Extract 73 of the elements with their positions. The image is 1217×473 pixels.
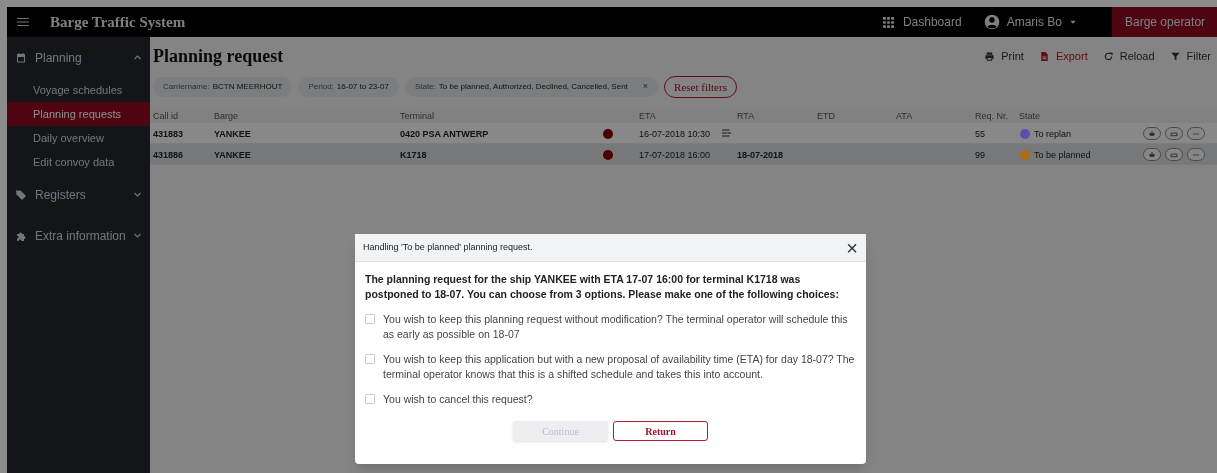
option-label: You wish to keep this application but with a new proposal of availability time (ETA) for day 18-07? The terminal operator knows that this is a shifted schedule and takes this into account. bbox=[383, 352, 856, 382]
caret-icon bbox=[1069, 18, 1077, 26]
sidebar-item[interactable]: Planning requests bbox=[7, 102, 150, 126]
chevron-up-icon bbox=[133, 53, 142, 62]
checkbox[interactable] bbox=[365, 354, 375, 364]
checkbox[interactable] bbox=[365, 314, 375, 324]
return-button[interactable]: Return bbox=[613, 421, 708, 441]
table-cell-text: 99 bbox=[975, 149, 985, 162]
filter-button[interactable]: Filter bbox=[1169, 48, 1211, 65]
column-header: ETA bbox=[639, 110, 656, 123]
filter-chip[interactable]: Period: 16-07 to 23-07 bbox=[298, 77, 399, 97]
table-cell-text: 431886 bbox=[153, 149, 184, 162]
table-row[interactable]: 431886 YANKEE K1718 17-07-2018 16:00 18-07-2018 99 To be planned bbox=[150, 144, 1217, 165]
user-avatar-icon bbox=[983, 14, 1000, 30]
grid-icon bbox=[881, 15, 895, 29]
page-title: Planning request bbox=[153, 45, 285, 68]
dashboard-button[interactable]: Dashboard bbox=[881, 13, 962, 31]
column-header: RTA bbox=[737, 110, 755, 123]
column-header: Call id bbox=[153, 110, 178, 123]
reload-button[interactable]: Reload bbox=[1102, 48, 1155, 65]
more-button[interactable] bbox=[1187, 127, 1205, 140]
bin-button[interactable] bbox=[1165, 127, 1183, 140]
printer-icon bbox=[984, 51, 996, 62]
filter-chip[interactable]: Carriername: BCTN MEERHOUT bbox=[153, 77, 293, 97]
sidebar-item[interactable]: Daily overview bbox=[7, 126, 150, 150]
table-cell-text: 18-07-2018 bbox=[737, 149, 784, 162]
table-cell-text: 0420 PSA ANTWERP bbox=[400, 128, 489, 141]
table-cell-text: YANKEE bbox=[214, 149, 251, 162]
column-header: ETD bbox=[817, 110, 835, 123]
barge-button[interactable] bbox=[1143, 148, 1161, 161]
document-icon bbox=[1038, 51, 1050, 62]
calendar-icon bbox=[15, 51, 27, 64]
option-label: You wish to cancel this request? bbox=[383, 392, 533, 407]
table-cell-text: To replan bbox=[1034, 128, 1072, 141]
column-header: Terminal bbox=[400, 110, 434, 123]
table-cell-text: 431883 bbox=[153, 128, 184, 141]
dialog-title: Handling 'To be planned' planning request. bbox=[363, 240, 534, 254]
checkbox[interactable] bbox=[365, 394, 375, 404]
option-label: You wish to keep this planning request without modification? The terminal operator will schedule this as early as possible on 18-07 bbox=[383, 312, 849, 342]
role-menu[interactable]: Barge operator bbox=[1112, 7, 1217, 37]
export-button[interactable]: Export bbox=[1038, 48, 1088, 65]
column-header: State bbox=[1019, 110, 1040, 123]
close-button[interactable]: × bbox=[846, 237, 858, 258]
column-header: Req. Nr. bbox=[975, 110, 1008, 123]
column-header: ATA bbox=[896, 110, 913, 123]
more-button[interactable] bbox=[1187, 148, 1205, 161]
sidebar-group[interactable]: Registers bbox=[7, 174, 150, 215]
tag-icon bbox=[15, 188, 27, 201]
user-menu[interactable]: Amaris Bo bbox=[983, 13, 1077, 31]
filter-chip[interactable]: State: To be planned, Authorized, Declined, Cancelled, Sent × bbox=[404, 77, 659, 97]
print-button[interactable]: Print bbox=[984, 48, 1024, 65]
column-header: Barge bbox=[214, 110, 239, 123]
app-title: Barge Traffic System bbox=[50, 12, 186, 32]
dialog-message: The planning request for the ship YANKEE with ETA 17-07 16:00 for terminal K1718 was postponed to 18-07. You can choose from 3 options. Please make one of the following choices: bbox=[365, 272, 840, 302]
filter-icon bbox=[1169, 51, 1181, 62]
table-cell-text: To be planned bbox=[1034, 149, 1091, 162]
sidebar-group[interactable]: Planning bbox=[7, 37, 150, 78]
table-cell-text: YANKEE bbox=[214, 128, 251, 141]
sidebar-item[interactable]: Edit convoy data bbox=[7, 150, 150, 174]
chevron-down-icon bbox=[133, 190, 142, 199]
table-cell-text: 16-07-2018 10:30 bbox=[639, 128, 711, 141]
chevron-down-icon bbox=[133, 231, 142, 240]
table-row[interactable]: 431883 YANKEE 0420 PSA ANTWERP 16-07-2018 10:30 55 To replan bbox=[150, 123, 1217, 144]
table-cell-text: 55 bbox=[975, 128, 985, 141]
sidebar-item[interactable]: Voyage schedules bbox=[7, 78, 150, 102]
barge-button[interactable] bbox=[1143, 127, 1161, 140]
bin-button[interactable] bbox=[1165, 148, 1183, 161]
reload-icon bbox=[1102, 51, 1114, 62]
menu-icon bbox=[16, 15, 30, 29]
chip-close-icon[interactable]: × bbox=[642, 80, 649, 94]
sidebar-group[interactable]: Extra information bbox=[7, 215, 150, 256]
table-cell-text: 17-07-2018 16:00 bbox=[639, 149, 711, 162]
table-cell-text: K1718 bbox=[400, 149, 427, 162]
